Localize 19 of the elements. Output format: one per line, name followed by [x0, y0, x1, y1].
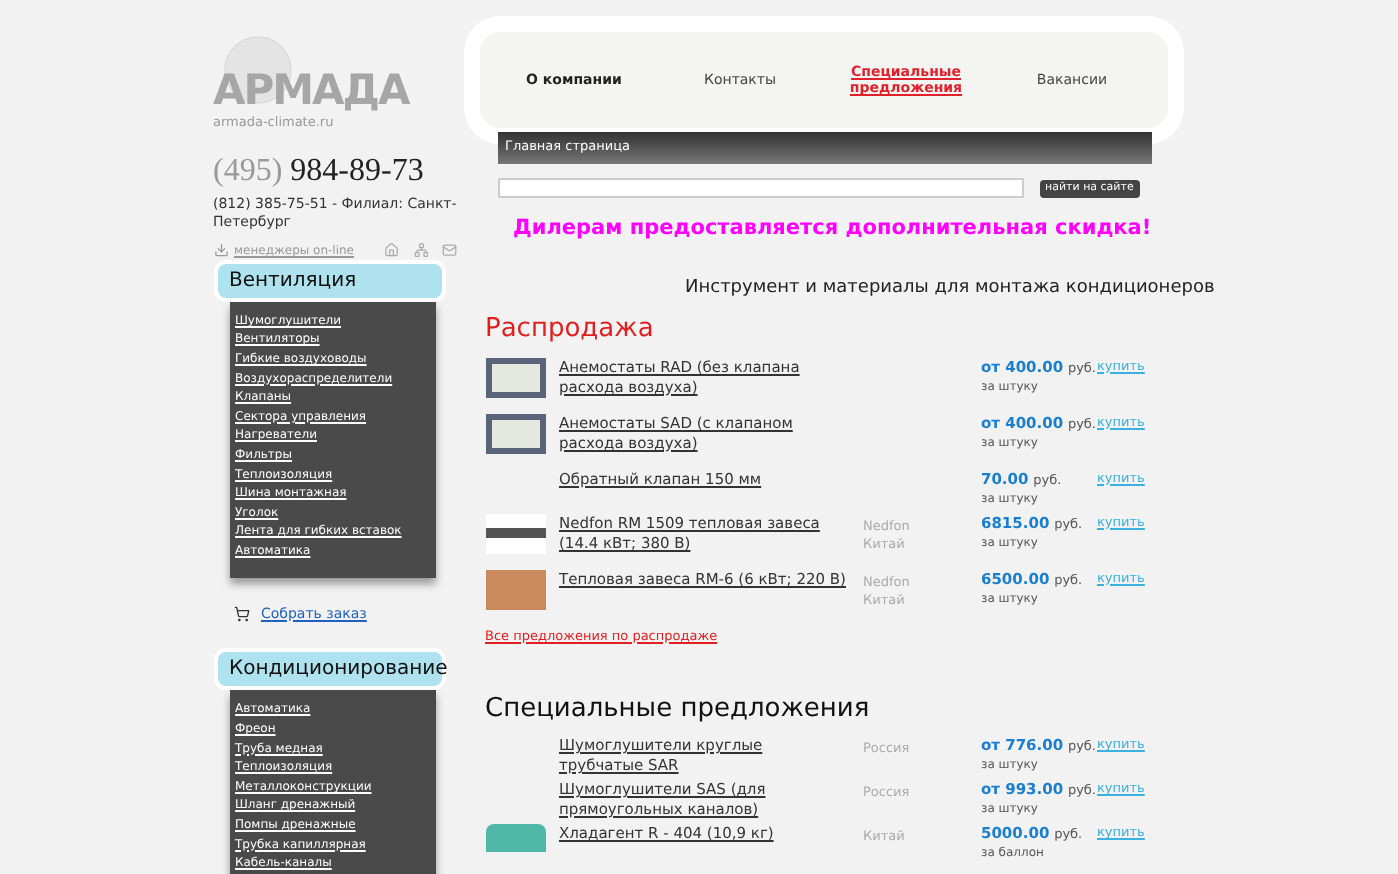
home-icon[interactable] — [384, 242, 399, 259]
download-icon — [213, 242, 228, 259]
heater-photo — [485, 569, 545, 610]
diffuser-photo — [485, 357, 545, 398]
cart-icon — [233, 605, 249, 622]
category-header: Кондиционирование — [213, 648, 445, 691]
page-title: Инструмент и материалы для монтажа кондиционеров — [683, 275, 1215, 302]
phone-number: (495) 984-89-73 — [213, 153, 426, 190]
special-heading: Специальные предложения — [485, 691, 872, 727]
heater-photo — [485, 513, 545, 554]
promo-text: Дилерам предоставляется дополнительная скидка! — [513, 214, 1152, 244]
category-header: Вентиляция — [213, 259, 445, 302]
search-field[interactable] — [497, 178, 1023, 198]
diffuser-photo — [485, 413, 545, 454]
sitemap-icon[interactable] — [413, 242, 428, 259]
mail-icon[interactable] — [442, 242, 457, 259]
logo: АРМАДА — [213, 36, 409, 112]
cylinder-photo — [485, 824, 545, 852]
sale-heading: Распродажа — [485, 312, 656, 349]
